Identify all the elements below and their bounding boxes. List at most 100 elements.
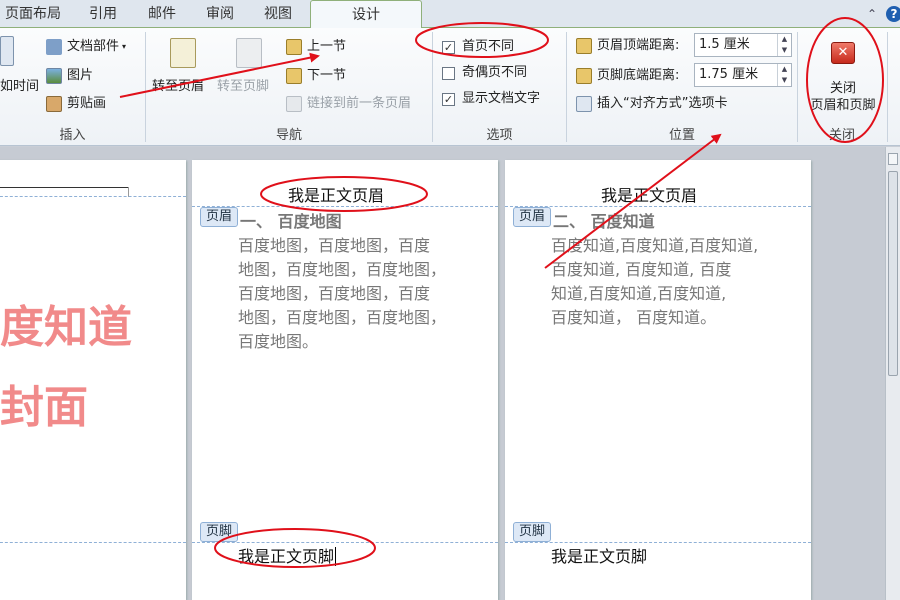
dropdown-arrow-icon: ▾: [122, 42, 127, 51]
close-button-line2: 页眉和页脚: [810, 98, 876, 113]
vertical-scrollbar[interactable]: [885, 147, 900, 600]
footer-bottom-distance-input[interactable]: 1.75 厘米 ▲ ▼: [694, 63, 792, 87]
body-line: 地图，百度地图，百度地图，: [238, 260, 447, 279]
clipart-icon: [46, 96, 62, 112]
body-line: 百度地图。: [238, 332, 319, 351]
insert-alignment-tab-button[interactable]: 插入“对齐方式”选项卡: [576, 95, 727, 113]
body-line: 百度地图，百度地图，百度: [238, 236, 431, 255]
goto-footer-button[interactable]: 转至页脚: [217, 78, 269, 96]
body-line: 知道,百度知道,百度知道,: [551, 284, 727, 303]
footer-tag: 页脚: [513, 522, 552, 542]
link-previous-label: 链接到前一条页眉: [307, 96, 412, 111]
header-boundary-line: [192, 206, 498, 207]
header-tag: 页眉: [200, 207, 239, 227]
date-time-button[interactable]: 如时间: [0, 78, 39, 96]
header-boundary-line: [505, 206, 811, 207]
date-time-label: 如时间: [0, 79, 40, 94]
first-page-different-label: 首页不同: [462, 39, 515, 54]
next-section-button[interactable]: 下一节: [286, 67, 346, 85]
header-boundary-line: [0, 196, 186, 197]
page-3-footer-text[interactable]: 我是正文页脚: [551, 543, 647, 567]
tab-references[interactable]: 引用: [78, 3, 128, 25]
header-top-distance-label: 页眉顶端距离:: [597, 38, 680, 53]
header-rule: [0, 187, 128, 188]
tab-design[interactable]: 设计: [310, 0, 422, 29]
doc-parts-label: 文档部件: [67, 39, 120, 54]
minimize-ribbon-icon[interactable]: ⌃: [864, 6, 880, 22]
clipart-button[interactable]: 剪贴画: [46, 95, 106, 113]
tab-review[interactable]: 审阅: [196, 3, 244, 25]
next-section-label: 下一节: [307, 68, 347, 83]
page-3[interactable]: 我是正文页眉 页眉 二、 百度知道 百度知道,百度知道,百度知道, 百度知道, …: [505, 160, 811, 600]
body-line: 百度知道,百度知道,百度知道,: [551, 236, 759, 255]
date-time-icon[interactable]: [0, 36, 14, 66]
prev-section-button[interactable]: 上一节: [286, 38, 346, 56]
tab-page-layout[interactable]: 页面布局: [0, 3, 66, 25]
group-label-position: 位置: [668, 128, 695, 143]
page-2-body: 百度地图，百度地图，百度 地图，百度地图，百度地图， 百度地图，百度地图，百度 …: [238, 234, 446, 354]
footer-bottom-distance-value: 1.75 厘米: [699, 67, 759, 82]
link-previous-button[interactable]: 链接到前一条页眉: [286, 95, 411, 113]
ribbon: 如时间 文档部件 ▾ 图片 剪贴画 插入 转至页眉 转至页脚 上一节 下一节 链…: [0, 28, 900, 146]
body-line: 百度知道, 百度知道, 百度: [551, 260, 732, 279]
spinner-arrows-icon[interactable]: ▲ ▼: [777, 64, 791, 86]
footer-bottom-distance-label-row: 页脚底端距离:: [576, 67, 679, 85]
odd-even-different-checkbox[interactable]: 奇偶页不同: [442, 64, 527, 82]
checkbox-unchecked-icon: [442, 66, 455, 80]
help-icon[interactable]: ?: [886, 6, 900, 22]
goto-footer-icon: [236, 38, 262, 68]
show-document-text-checkbox[interactable]: ✓ 显示文档文字: [442, 90, 540, 108]
checkbox-checked-icon: ✓: [442, 40, 455, 54]
page-3-body: 百度知道,百度知道,百度知道, 百度知道, 百度知道, 百度 知道,百度知道,百…: [551, 234, 758, 330]
body-line: 百度地图，百度地图，百度: [238, 284, 431, 303]
header-tag: 页眉: [513, 207, 552, 227]
footer-position-icon: [576, 68, 592, 84]
goto-header-label: 转至页眉: [152, 79, 205, 94]
body-line: 地图，百度地图，百度地图，: [238, 308, 447, 327]
group-label-insert: 插入: [59, 128, 86, 143]
tab-mailings[interactable]: 邮件: [138, 3, 186, 25]
doc-parts-icon: [46, 39, 62, 55]
clipart-label: 剪贴画: [67, 96, 107, 111]
footer-boundary-line: [0, 542, 186, 543]
footer-bottom-distance-label: 页脚底端距离:: [597, 68, 680, 83]
spinner-arrows-icon[interactable]: ▲ ▼: [777, 34, 791, 56]
text-cursor: [335, 547, 337, 566]
prev-section-label: 上一节: [307, 39, 347, 54]
header-top-distance-input[interactable]: 1.5 厘米 ▲ ▼: [694, 33, 792, 57]
header-position-icon: [576, 38, 592, 54]
picture-icon: [46, 68, 62, 84]
prev-section-icon: [286, 39, 302, 55]
insert-alignment-tab-label: 插入“对齐方式”选项卡: [597, 96, 728, 111]
close-icon: ✕: [831, 42, 855, 64]
show-document-text-label: 显示文档文字: [462, 91, 541, 106]
footer-tag: 页脚: [200, 522, 239, 542]
goto-footer-label: 转至页脚: [217, 79, 270, 94]
group-label-nav: 导航: [275, 128, 302, 143]
body-line: 百度知道， 百度知道。: [551, 308, 717, 327]
tab-view[interactable]: 视图: [254, 3, 302, 25]
doc-parts-button[interactable]: 文档部件 ▾: [46, 38, 126, 56]
goto-header-icon: [170, 38, 196, 68]
odd-even-different-label: 奇偶页不同: [462, 65, 528, 80]
picture-button[interactable]: 图片: [46, 67, 93, 85]
cover-page[interactable]: 度知道 封面: [0, 160, 186, 600]
group-label-close: 关闭: [828, 128, 855, 143]
page-3-header-text[interactable]: 我是正文页眉: [601, 182, 697, 206]
close-header-footer-button[interactable]: ✕ 关闭 页眉和页脚: [800, 32, 886, 120]
page-2[interactable]: 我是正文页眉 页眉 一、 百度地图 百度地图，百度地图，百度 地图，百度地图，百…: [192, 160, 498, 600]
page-2-header-text[interactable]: 我是正文页眉: [288, 182, 384, 206]
first-page-different-checkbox[interactable]: ✓ 首页不同: [442, 38, 514, 56]
page-3-heading: 二、 百度知道: [553, 212, 655, 231]
document-area: 度知道 封面 我是正文页眉 页眉 一、 百度地图 百度地图，百度地图，百度 地图…: [0, 147, 885, 600]
close-button-line1: 关闭: [829, 81, 856, 96]
goto-header-button[interactable]: 转至页眉: [152, 78, 204, 96]
group-label-options: 选项: [486, 128, 513, 143]
page-2-footer-text[interactable]: 我是正文页脚: [238, 543, 337, 567]
scrollbar-thumb[interactable]: [888, 171, 898, 376]
scroll-up-arrow-icon[interactable]: [888, 153, 898, 165]
group-separator: [887, 32, 888, 142]
link-icon: [286, 96, 302, 112]
page-2-footer-label: 我是正文页脚: [238, 547, 335, 566]
ribbon-tab-bar: 页面布局 引用 邮件 审阅 视图 设计 ⌃ ?: [0, 0, 900, 29]
